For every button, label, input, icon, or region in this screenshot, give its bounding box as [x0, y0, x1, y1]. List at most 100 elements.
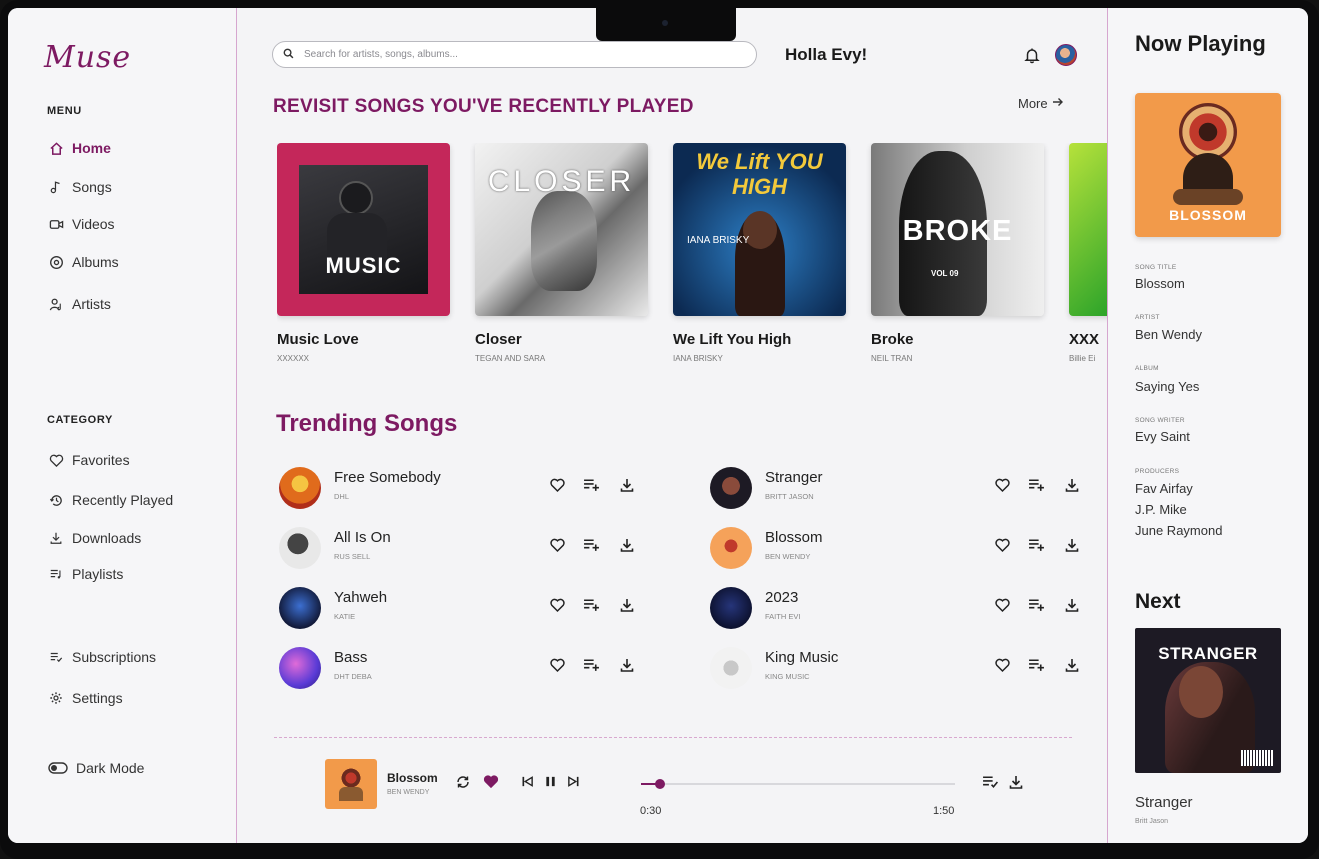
repeat-icon	[455, 774, 471, 795]
add-to-playlist-button[interactable]	[581, 477, 601, 497]
playlist-add-icon	[583, 477, 600, 497]
dark-mode-toggle[interactable]: Dark Mode	[48, 757, 144, 779]
sidebar-item-favorites[interactable]: Favorites	[48, 449, 130, 471]
add-to-playlist-button[interactable]	[1026, 597, 1046, 617]
song-thumbnail	[279, 647, 321, 689]
add-to-playlist-button[interactable]	[581, 657, 601, 677]
progress-bar[interactable]	[641, 779, 955, 789]
queue-button[interactable]	[980, 774, 1000, 794]
add-to-playlist-button[interactable]	[1026, 657, 1046, 677]
home-icon	[48, 140, 64, 156]
next-button[interactable]	[563, 774, 583, 794]
like-button[interactable]	[992, 597, 1012, 617]
download-button[interactable]	[617, 597, 637, 617]
add-to-playlist-button[interactable]	[1026, 537, 1046, 557]
download-button[interactable]	[617, 537, 637, 557]
sidebar-item-albums[interactable]: Albums	[48, 251, 119, 273]
heart-icon	[48, 452, 64, 468]
album-card[interactable]: BROKE VOL 09 Broke NEIL TRAN	[871, 143, 1044, 363]
device-frame: Muse MENU Home Songs Videos Albums Artis…	[0, 0, 1319, 859]
history-icon	[48, 492, 64, 508]
like-button[interactable]	[992, 537, 1012, 557]
album-card[interactable]: We Lift YOU HIGH IANA BRISKY We Lift You…	[673, 143, 846, 363]
meta-value: Fav Airfay	[1135, 481, 1193, 496]
song-row[interactable]: Blossom BEN WENDY	[710, 525, 1110, 571]
download-button[interactable]	[1062, 537, 1082, 557]
sidebar-item-label: Downloads	[72, 530, 142, 546]
download-icon	[619, 537, 635, 558]
add-to-playlist-button[interactable]	[581, 537, 601, 557]
download-button[interactable]	[1062, 477, 1082, 497]
sidebar-item-recently-played[interactable]: Recently Played	[48, 489, 173, 511]
playlist-add-icon	[583, 657, 600, 677]
like-button[interactable]	[481, 774, 501, 794]
heart-icon	[549, 657, 566, 678]
song-row[interactable]: 2023 FAITH EVI	[710, 585, 1110, 631]
sidebar-item-playlists[interactable]: Playlists	[48, 563, 123, 585]
pause-button[interactable]	[540, 774, 560, 794]
player-download-button[interactable]	[1006, 774, 1026, 794]
duration-time: 1:50	[933, 805, 955, 817]
playlist-add-icon	[1028, 597, 1045, 617]
card-title: Broke	[871, 331, 914, 348]
sidebar-item-videos[interactable]: Videos	[48, 213, 115, 235]
sidebar-item-label: Albums	[72, 254, 119, 270]
like-button[interactable]	[992, 657, 1012, 677]
app-window: Muse MENU Home Songs Videos Albums Artis…	[8, 8, 1308, 843]
album-cover: We Lift YOU HIGH IANA BRISKY	[673, 143, 846, 316]
search-input[interactable]	[304, 49, 724, 60]
song-thumbnail	[710, 527, 752, 569]
app-logo[interactable]: Muse	[44, 40, 131, 75]
sidebar: Muse MENU Home Songs Videos Albums Artis…	[8, 8, 237, 843]
sidebar-item-downloads[interactable]: Downloads	[48, 527, 141, 549]
main-content: Holla Evy! REVISIT SONGS YOU'VE RECENTLY…	[237, 8, 1107, 843]
previous-button[interactable]	[517, 774, 537, 794]
like-button[interactable]	[992, 477, 1012, 497]
album-card[interactable]: MUSIC Music Love XXXXXX	[277, 143, 450, 363]
card-artist: TEGAN AND SARA	[475, 354, 546, 363]
playlist-add-icon	[1028, 537, 1045, 557]
toggle-icon	[48, 760, 68, 776]
like-button[interactable]	[547, 477, 567, 497]
cover-subtext: IANA BRISKY	[687, 235, 750, 246]
like-button[interactable]	[547, 537, 567, 557]
like-button[interactable]	[547, 597, 567, 617]
sidebar-item-home[interactable]: Home	[48, 137, 111, 159]
notification-bell-icon[interactable]	[1023, 46, 1043, 66]
download-button[interactable]	[1062, 657, 1082, 677]
song-row[interactable]: King Music KING MUSIC	[710, 645, 1110, 691]
sidebar-item-settings[interactable]: Settings	[48, 687, 123, 709]
next-song-artist: Britt Jason	[1135, 818, 1169, 825]
download-button[interactable]	[617, 477, 637, 497]
meta-label: SONG TITLE	[1135, 264, 1177, 271]
card-artist: NEIL TRAN	[871, 354, 913, 363]
more-link[interactable]: More	[1018, 96, 1064, 111]
add-to-playlist-button[interactable]	[581, 597, 601, 617]
album-card[interactable]: XXX Billie Ei	[1069, 143, 1107, 363]
heart-icon	[994, 537, 1011, 558]
song-name: Stranger	[765, 469, 823, 486]
song-artist: BEN WENDY	[765, 552, 811, 561]
user-avatar[interactable]	[1055, 44, 1077, 66]
repeat-button[interactable]	[453, 774, 473, 794]
download-button[interactable]	[1062, 597, 1082, 617]
download-button[interactable]	[617, 657, 637, 677]
playlist-add-icon	[583, 597, 600, 617]
sidebar-item-songs[interactable]: Songs	[48, 176, 112, 198]
recent-section-title: REVISIT SONGS YOU'VE RECENTLY PLAYED	[273, 96, 694, 117]
sidebar-item-subscriptions[interactable]: Subscriptions	[48, 646, 156, 668]
now-playing-title: Now Playing	[1135, 31, 1266, 56]
album-cover: CLOSER	[475, 143, 648, 316]
progress-knob[interactable]	[654, 779, 665, 789]
album-card[interactable]: CLOSER Closer TEGAN AND SARA	[475, 143, 648, 363]
cover-text: MUSIC	[325, 253, 402, 278]
next-cover[interactable]: STRANGER	[1135, 628, 1281, 773]
sidebar-item-artists[interactable]: Artists	[48, 293, 111, 315]
song-row[interactable]: Stranger BRITT JASON	[710, 465, 1110, 511]
album-cover	[1069, 143, 1107, 316]
like-button[interactable]	[547, 657, 567, 677]
pause-icon	[544, 775, 557, 793]
next-song-name: Stranger	[1135, 794, 1193, 811]
add-to-playlist-button[interactable]	[1026, 477, 1046, 497]
search-bar[interactable]	[272, 41, 757, 68]
